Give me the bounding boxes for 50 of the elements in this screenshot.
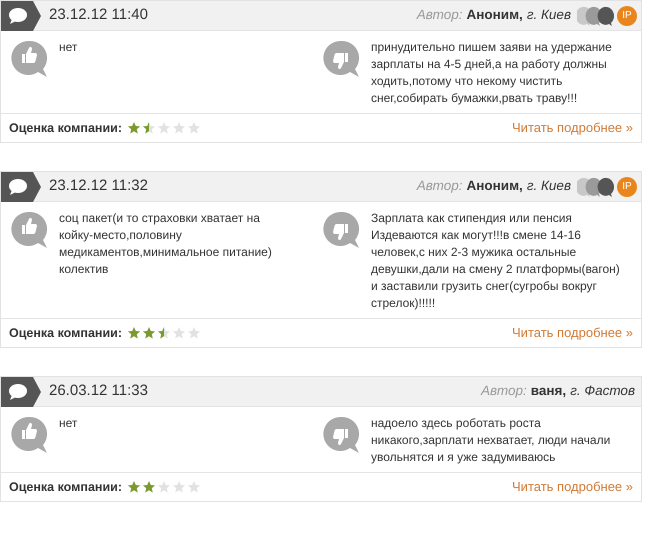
star-icon	[172, 326, 186, 340]
thumbs-down-icon	[321, 39, 361, 79]
ip-badge: IP	[617, 176, 637, 196]
comment-icon	[1, 0, 41, 30]
ip-badge: IP	[617, 6, 637, 26]
author-name: ваня,	[530, 382, 566, 400]
review-date: 23.12.12 11:32	[49, 176, 149, 196]
thumbs-up-icon	[9, 39, 49, 79]
rating-label: Оценка компании:	[9, 478, 122, 496]
star-icon	[142, 480, 156, 494]
author-city: г. Киев	[526, 6, 571, 24]
pros-text: нет	[59, 39, 78, 56]
read-more-link[interactable]: Читать подробнее »	[512, 118, 633, 138]
author-city: г. Фастов	[570, 382, 635, 400]
thumbs-up-icon	[9, 210, 49, 250]
author-city: г. Киев	[526, 177, 571, 196]
comment-icon	[1, 376, 41, 406]
star-icon	[172, 480, 186, 494]
comment-icon	[1, 172, 41, 202]
review-date: 23.12.12 11:40	[49, 5, 149, 26]
cons-text: Зарплата как стипендия или пенсия Издеваются как могут!!!в смене 14-16 человек,с них 2-3 мужика остальные девушки,дали на смену 2 платформы(вагон) и заставили грузить снег(сугробы вокруг стрелок)!!!!!	[371, 210, 621, 312]
cons-text: принудительно пишем заяви на удержание зарплаты на 4-5 дней,а на работу должны ходить,потому что некому чистить снег,собирать бумажки,рвать траву!!!	[371, 39, 613, 107]
author-name: Аноним,	[466, 177, 523, 196]
star-icon	[126, 121, 141, 135]
star-icon	[156, 480, 171, 494]
review-date: 26.03.12 11:33	[49, 381, 149, 402]
author-label: Автор:	[416, 177, 462, 196]
author-name: Аноним,	[466, 6, 523, 24]
star-icon	[126, 480, 141, 494]
star-icon	[186, 480, 201, 494]
star-icon	[142, 121, 156, 135]
star-icon	[142, 326, 156, 340]
rating-label: Оценка компании:	[9, 324, 122, 342]
read-more-link[interactable]: Читать подробнее »	[512, 323, 633, 343]
star-icon	[186, 121, 201, 135]
star-icon	[126, 326, 141, 340]
pros-text: нет	[59, 415, 78, 432]
cons-text: надоело здесь роботать роста никакого,зарплати нехватает, люди начали увольнятся и я уже задумиваюсь	[371, 415, 612, 466]
author-label: Автор:	[481, 382, 527, 400]
pros-text: соц пакет(и то страховки хватает на койку-место,половину медикаментов,минимальное питание) колектив	[59, 210, 273, 278]
thumbs-up-icon	[9, 415, 49, 455]
read-more-link[interactable]: Читать подробнее »	[512, 477, 633, 497]
star-icon	[156, 121, 171, 135]
thumbs-down-icon	[321, 415, 361, 455]
thumbs-down-icon	[321, 210, 361, 250]
star-icon	[172, 121, 186, 135]
star-icon	[186, 326, 201, 340]
star-icon	[156, 326, 171, 340]
author-label: Автор:	[416, 6, 462, 24]
rating-label: Оценка компании:	[9, 120, 122, 137]
